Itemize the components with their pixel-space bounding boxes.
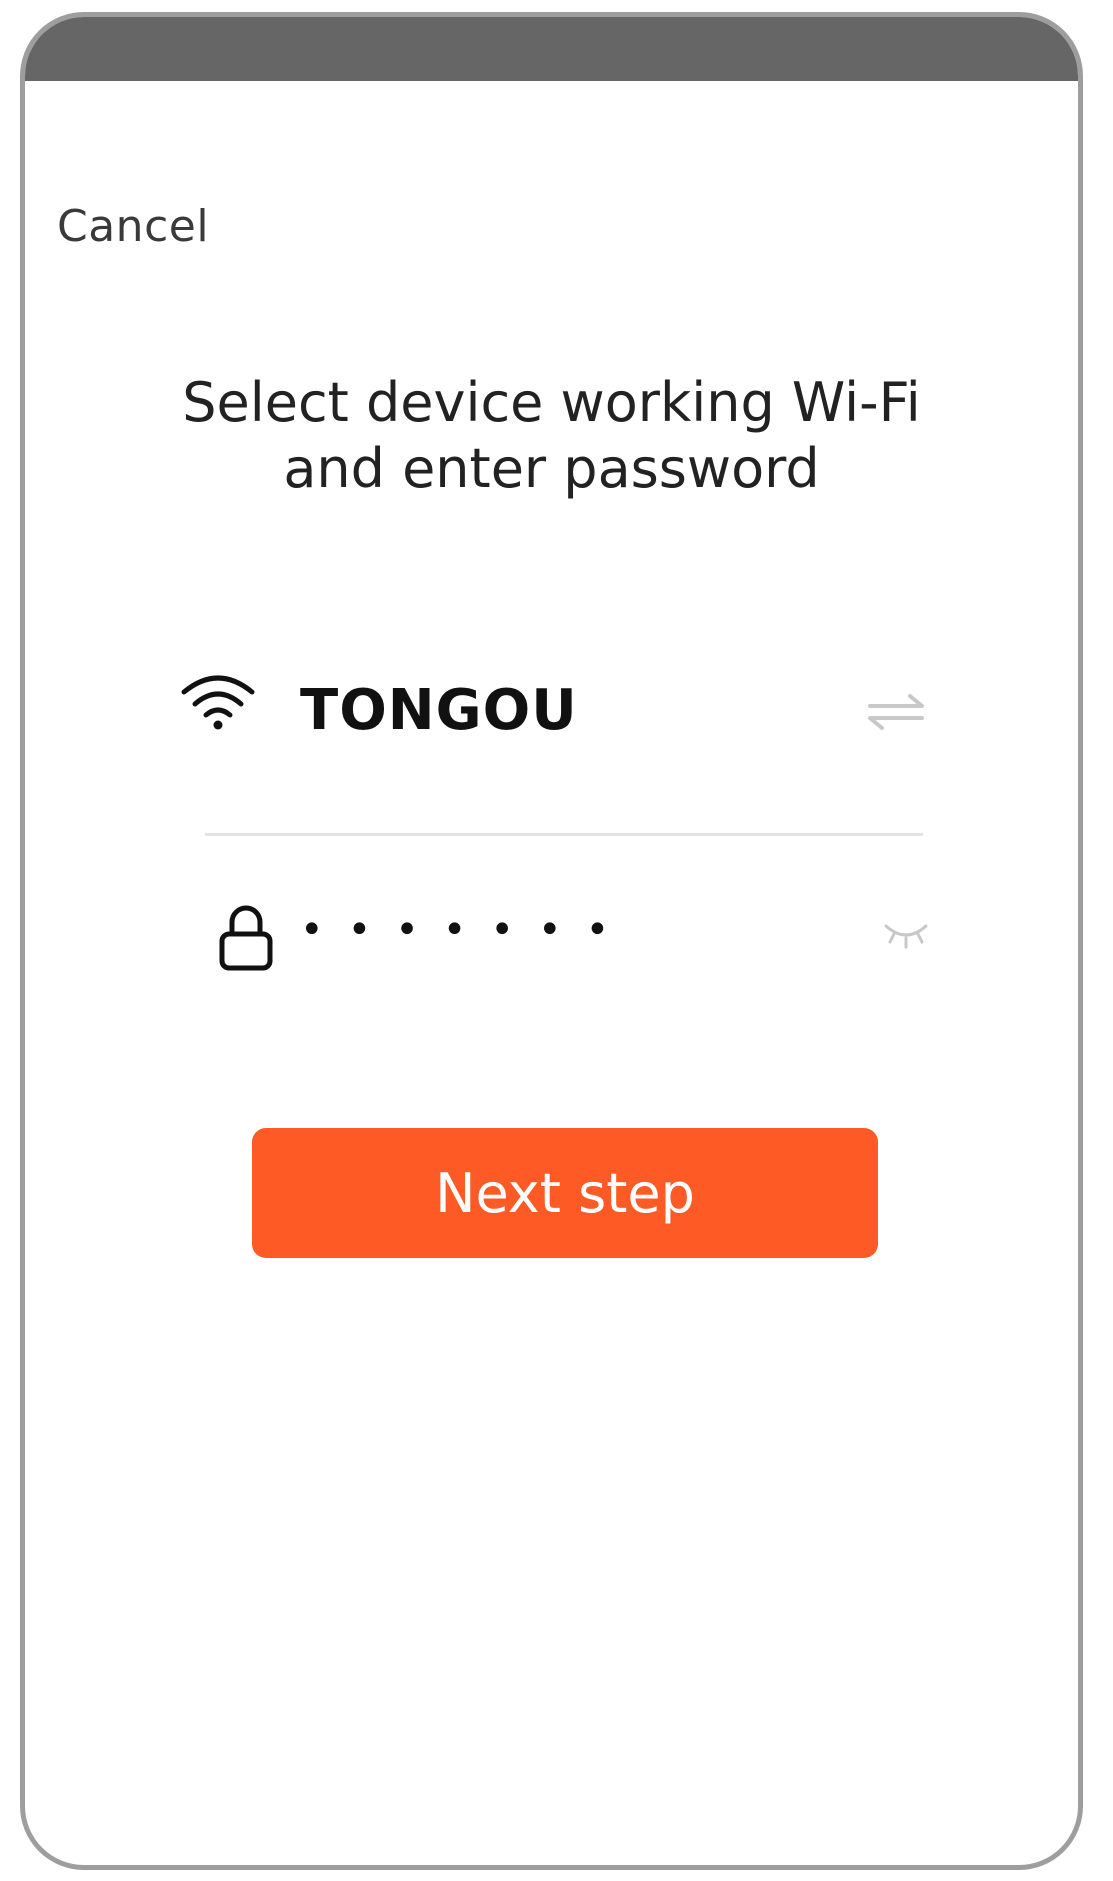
wifi-network-name: TONGOU (300, 678, 578, 743)
eye-closed-icon[interactable] (882, 920, 930, 950)
wifi-network-row[interactable]: TONGOU (180, 650, 940, 780)
next-step-button[interactable]: Next step (252, 1128, 878, 1258)
page-title-line-2: and enter password (283, 437, 820, 500)
password-input[interactable] (300, 900, 820, 960)
wifi-icon (181, 675, 255, 730)
page-title-line-1: Select device working Wi-Fi (182, 371, 921, 434)
lock-icon (219, 905, 273, 971)
password-row (180, 880, 940, 1000)
divider (205, 833, 923, 836)
page-title: Select device working Wi-Fi and enter pa… (25, 370, 1078, 502)
switch-network-icon[interactable] (866, 690, 926, 734)
status-bar (25, 17, 1078, 81)
cancel-button[interactable]: Cancel (57, 201, 209, 252)
